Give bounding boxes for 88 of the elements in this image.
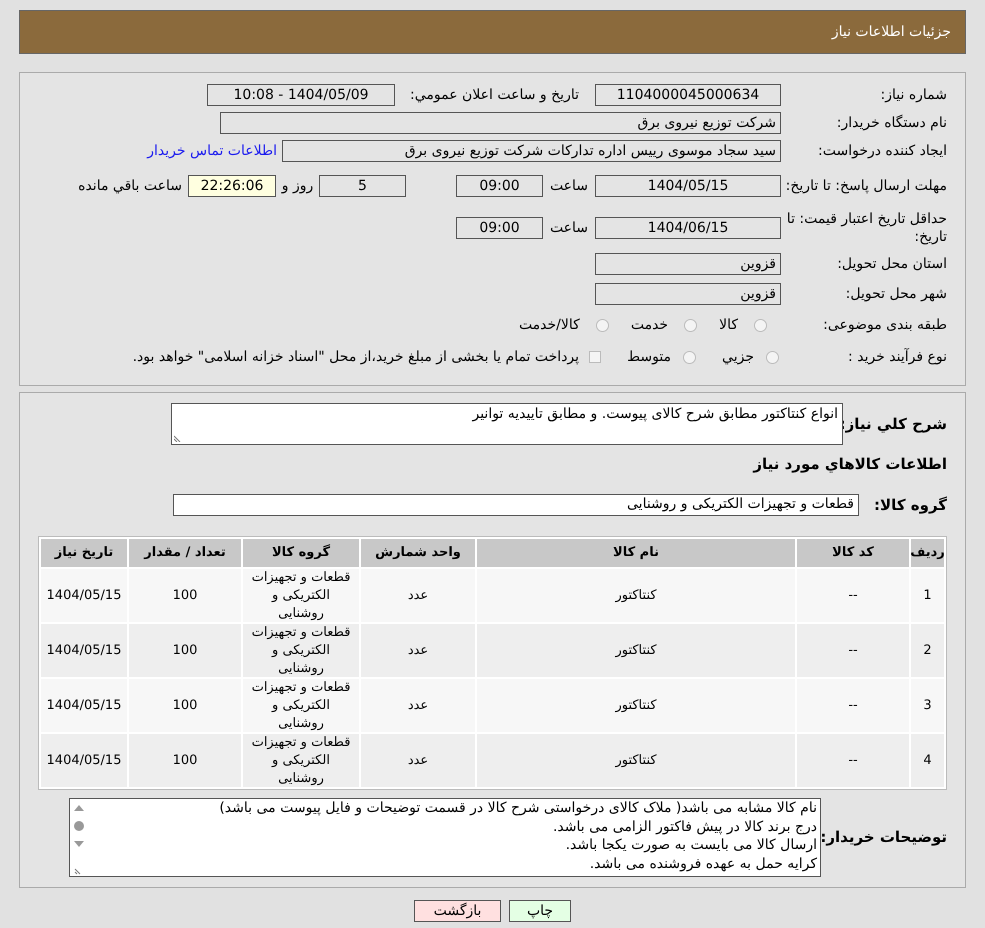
radio-button[interactable] [766, 350, 779, 364]
field-label: حداقل تاریخ اعتبار قیمت: تا تاریخ: [786, 210, 947, 246]
field-label: ساعت [548, 218, 590, 238]
validity-date-field[interactable]: 1404/06/15 [595, 217, 781, 239]
announce-date-field[interactable]: 1404/05/09 - 10:08 [207, 84, 395, 106]
table-cell: قطعات و تجهیزات الکتریکی و روشنایی [243, 679, 359, 732]
field-label: مهلت ارسال پاسخ: تا تاریخ: [784, 177, 947, 195]
field-label: نام دستگاه خریدار: [836, 114, 947, 132]
table-cell: 1404/05/15 [41, 734, 127, 787]
column-header: واحد شمارش [361, 539, 475, 567]
table-cell: 100 [129, 734, 241, 787]
table-cell: 100 [129, 569, 241, 622]
table-cell: 100 [129, 624, 241, 677]
table-cell: عدد [361, 569, 475, 622]
province-field[interactable]: قزوین [595, 253, 781, 275]
page-title: جزئیات اطلاعات نیاز [832, 22, 951, 42]
table-cell: 1404/05/15 [41, 569, 127, 622]
table-cell: قطعات و تجهیزات الکتریکی و روشنایی [243, 569, 359, 622]
radio-label: جزيي [722, 348, 754, 366]
table-cell: -- [797, 734, 909, 787]
radio-button[interactable] [754, 318, 767, 332]
resize-grip-icon [174, 434, 182, 442]
table-cell: 3 [911, 679, 944, 732]
table-cell: عدد [361, 624, 475, 677]
column-header: تعداد / مقدار [129, 539, 241, 567]
table-cell: 1 [911, 569, 944, 622]
note-line: ارسال کالا می بایست به صورت یکجا باشد. [564, 836, 817, 854]
print-button[interactable]: چاپ [509, 900, 571, 922]
radio-label: کالا [719, 316, 738, 334]
buyer-org-field[interactable]: شرکت توزیع نیروی برق [220, 112, 781, 134]
field-label: ایجاد کننده درخواست: [817, 142, 947, 160]
table-cell: 1404/05/15 [41, 624, 127, 677]
field-label: طبقه بندی موضوعی: [822, 316, 947, 334]
checkbox[interactable] [589, 351, 602, 363]
deadline-date-field[interactable]: 1404/05/15 [595, 175, 781, 197]
goods-group-field[interactable]: قطعات و تجهیزات الکتریکی و روشنایی [173, 494, 859, 516]
table-cell: 2 [911, 624, 944, 677]
need-number-field[interactable]: 1104000045000634 [595, 84, 781, 106]
field-label: استان محل تحویل: [836, 254, 947, 274]
validity-time-field[interactable]: 09:00 [456, 217, 543, 239]
table-cell: 100 [129, 679, 241, 732]
table-cell: کنتاکتور [477, 569, 795, 622]
field-label: گروه کالا: [873, 494, 947, 516]
deadline-time-field[interactable]: 09:00 [456, 175, 543, 197]
table-cell: عدد [361, 734, 475, 787]
note-line: کرایه حمل به عهده فروشنده می باشد. [588, 854, 817, 873]
remaining-time-field[interactable]: 22:26:06 [188, 175, 276, 197]
radio-button[interactable] [596, 318, 609, 332]
field-label: تاريخ و ساعت اعلان عمومي: [409, 86, 580, 104]
note-line: درج برند کالا در پیش فاکتور الزامی می باشد. [552, 818, 817, 836]
field-label: توضیحات خریدار: [821, 827, 947, 848]
note-line: نام کالا مشابه می باشد( ملاک کالای درخواستی شرح کالا در قسمت توضیحات و فایل پیوست می باشد) [218, 799, 817, 818]
table-cell: 4 [911, 734, 944, 787]
table-cell: -- [797, 569, 909, 622]
field-label: شماره نیاز: [880, 86, 947, 104]
checkbox-label: پرداخت تمام یا بخشی از مبلغ خرید،از محل "اسناد خزانه اسلامی" خواهد بود. [132, 348, 580, 366]
section-heading: اطلاعات کالاهاي مورد نیاز [752, 454, 947, 475]
days-field[interactable]: 5 [319, 175, 406, 197]
field-label: نوع فرآیند خرید : [847, 347, 947, 366]
table-cell: کنتاکتور [477, 624, 795, 677]
radio-label: متوسط [627, 348, 672, 366]
column-header: گروه کالا [243, 539, 359, 567]
field-label: ساعت باقي مانده [78, 176, 183, 196]
city-field[interactable]: قزوین [595, 283, 781, 305]
table-cell: قطعات و تجهیزات الکتریکی و روشنایی [243, 624, 359, 677]
column-header: نام کالا [477, 539, 795, 567]
buyer-notes-field[interactable] [69, 798, 821, 877]
table-cell: 1404/05/15 [41, 679, 127, 732]
table-cell: کنتاکتور [477, 734, 795, 787]
radio-label: کالا/خدمت [518, 316, 580, 334]
table-cell: قطعات و تجهیزات الکتریکی و روشنایی [243, 734, 359, 787]
column-header: کد کالا [797, 539, 909, 567]
column-header: ردیف [911, 539, 944, 567]
radio-label: خدمت [630, 316, 668, 334]
field-label: شهر محل تحویل: [844, 284, 947, 304]
field-label: روز و [280, 176, 314, 196]
radio-button[interactable] [683, 350, 696, 364]
table-cell: -- [797, 624, 909, 677]
table-cell: کنتاکتور [477, 679, 795, 732]
description-field[interactable]: انواع کنتاکتور مطابق شرح کالای پیوست. و مطابق تاییدیه توانیر [171, 403, 843, 445]
back-button[interactable]: بازگشت [414, 900, 501, 922]
table-cell: عدد [361, 679, 475, 732]
column-header: تاریخ نیاز [41, 539, 127, 567]
contact-link[interactable]: اطلاعات تماس خریدار [147, 140, 277, 162]
requester-field[interactable]: سید سجاد موسوی رییس اداره تدارکات شرکت توزیع نیروی برق [282, 140, 781, 162]
table-cell: -- [797, 679, 909, 732]
field-label: ساعت [548, 176, 590, 196]
radio-button[interactable] [684, 318, 698, 332]
